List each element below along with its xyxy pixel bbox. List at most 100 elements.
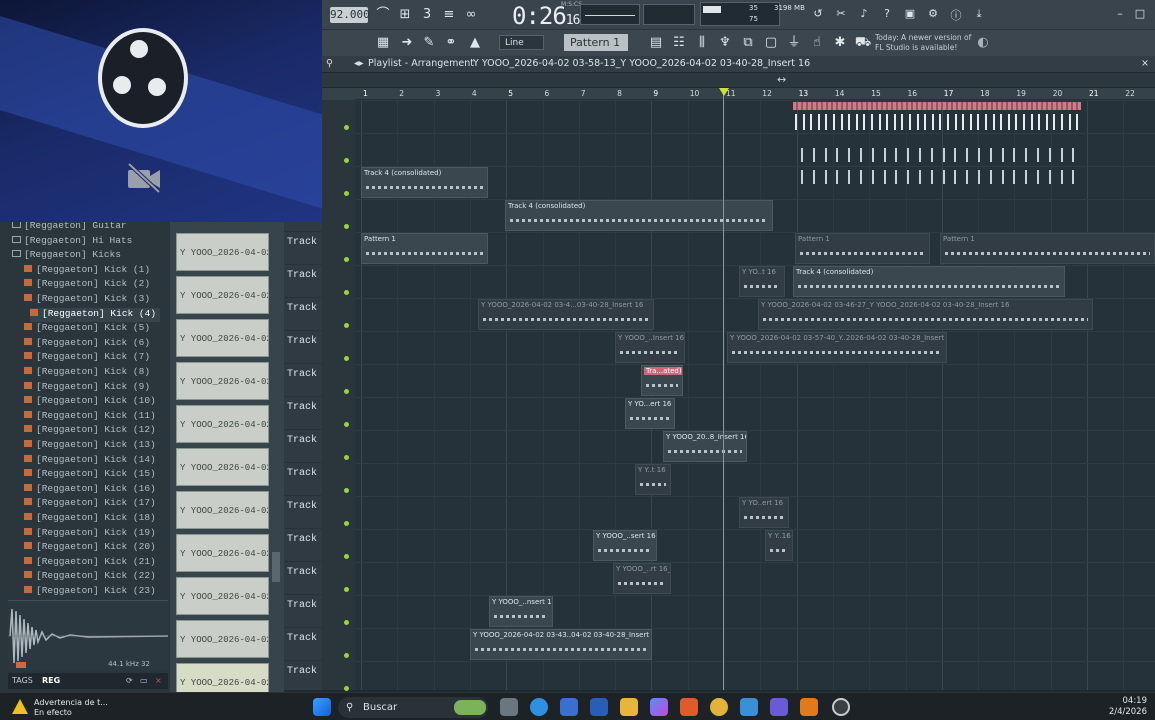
browser-file[interactable]: [Reggaeton] Kick (14) xyxy=(24,454,156,468)
browser-search-input[interactable]: REG xyxy=(42,673,60,689)
browser-folder[interactable]: [Reggaeton] Guitar xyxy=(12,220,127,234)
help-icon[interactable]: ? xyxy=(879,7,895,20)
track-mute-led[interactable] xyxy=(344,191,349,196)
channel-rack-icon[interactable]: ☷ xyxy=(670,35,688,51)
task-view-icon[interactable] xyxy=(500,698,518,716)
plug-icon[interactable]: ⏚ xyxy=(785,35,803,51)
mixer-icon[interactable]: ⫼ xyxy=(693,35,711,51)
track-mute-led[interactable] xyxy=(344,323,349,328)
news-panel[interactable]: Today: A newer version of FL Studio is a… xyxy=(875,33,983,55)
brave-icon[interactable] xyxy=(680,698,698,716)
mic-icon[interactable]: ♪ xyxy=(856,7,872,20)
teams-icon[interactable] xyxy=(770,698,788,716)
playlist-clip[interactable]: Tra...ated) xyxy=(641,365,683,396)
track-mute-led[interactable] xyxy=(344,620,349,625)
track-mute-led[interactable] xyxy=(344,257,349,262)
playlist-clip[interactable]: Y Y..t 16 xyxy=(635,464,671,495)
link-icon[interactable]: ⚭ xyxy=(442,35,460,51)
playlist-clip[interactable]: Y YOOO_..sert 16 xyxy=(593,530,657,561)
playlist-clip[interactable]: Pattern 1 xyxy=(795,233,930,264)
picker-clip[interactable]: Y YOOO_2026-04-02 03-... xyxy=(176,534,269,572)
track-mute-led[interactable] xyxy=(344,422,349,427)
pencil-icon[interactable]: ✎ xyxy=(420,35,438,51)
touch-icon[interactable]: ☝ xyxy=(808,35,826,51)
close-search-icon[interactable]: × xyxy=(155,673,162,689)
pattern-select[interactable]: Pattern 1 xyxy=(564,34,628,51)
browser-file[interactable]: [Reggaeton] Kick (23) xyxy=(24,585,156,599)
browser-file[interactable]: [Reggaeton] Kick (12) xyxy=(24,424,156,438)
playlist-clip[interactable]: Y YOOO_..rt 16_2 xyxy=(613,563,671,594)
plugin-icon[interactable]: ⚙ xyxy=(925,7,941,20)
playlist-clip[interactable]: Y YO..ert 16 xyxy=(739,497,789,528)
news-arrow-icon[interactable]: ◐ xyxy=(974,35,992,51)
copilot-icon[interactable] xyxy=(650,698,668,716)
playlist-clip[interactable]: Y YOOO_2026-04-02 03-43..04-02 03-40-28_… xyxy=(470,629,652,660)
track-mute-led[interactable] xyxy=(344,356,349,361)
info-icon[interactable]: ⓘ xyxy=(948,7,964,23)
track-mute-led[interactable] xyxy=(344,554,349,559)
browser-file[interactable]: [Reggaeton] Kick (7) xyxy=(24,351,150,365)
track-mute-led[interactable] xyxy=(344,653,349,658)
obs-icon[interactable] xyxy=(832,698,850,716)
mail-icon[interactable] xyxy=(590,698,608,716)
browser-file[interactable]: [Reggaeton] Kick (20) xyxy=(24,541,156,555)
step-edit-icon[interactable]: ≡ xyxy=(440,7,458,23)
picker-clip[interactable]: Y YOOO_2026-04-02 03-... xyxy=(176,319,269,357)
undo-icon[interactable]: ↺ xyxy=(810,7,826,20)
browser-file[interactable]: [Reggaeton] Kick (13) xyxy=(24,439,156,453)
cart-icon[interactable]: ⛟ xyxy=(854,35,872,51)
playlist-clip[interactable]: Y YOOO_2026-04-02 03-46-27_Y YOOO_2026-0… xyxy=(758,299,1093,330)
browser-file[interactable]: [Reggaeton] Kick (16) xyxy=(24,483,156,497)
start-icon[interactable] xyxy=(313,698,331,716)
save-icon[interactable]: ▣ xyxy=(902,7,918,20)
picker-clip[interactable]: Y YOOO_2026-04-02 03-... xyxy=(176,577,269,615)
browser-file[interactable]: [Reggaeton] Kick (22) xyxy=(24,570,156,584)
minimize-icon[interactable]: – xyxy=(1112,7,1128,20)
cut-icon[interactable]: ✂ xyxy=(833,7,849,20)
playlist-clip[interactable]: Y YOOO_2026-04-02 03-4...03-40-28_Insert… xyxy=(478,299,654,330)
countdown-icon[interactable]: 3 xyxy=(418,7,436,23)
playlist-clip[interactable]: Track 4 (consolidated) xyxy=(505,200,773,231)
playlist-clip[interactable]: Y YOOO_..nsert 16 xyxy=(489,596,553,627)
browser-folder[interactable]: [Reggaeton] Hi Hats xyxy=(12,235,132,249)
playlist-icon[interactable]: ▤ xyxy=(647,35,665,51)
picker-clip[interactable]: Y YOOO_2026-04-02 03-... xyxy=(176,491,269,529)
tempo-display[interactable]: 92.000 xyxy=(330,7,370,23)
fl-studio-icon[interactable] xyxy=(800,698,818,716)
document-icon[interactable]: ▢ xyxy=(762,35,780,51)
files-icon[interactable] xyxy=(620,698,638,716)
browser-file[interactable]: [Reggaeton] Kick (2) xyxy=(24,278,150,292)
picker-clip[interactable]: Y YOOO_2026-04-02 03-... xyxy=(176,405,269,443)
playlist-clip[interactable]: Pattern 1 xyxy=(940,233,1155,264)
browser-file[interactable]: [Reggaeton] Kick (19) xyxy=(24,527,156,541)
track-mute-led[interactable] xyxy=(344,686,349,691)
playlist-clip[interactable]: Track 4 (consolidated) xyxy=(361,167,488,198)
picker-clip[interactable]: Y YOOO_2026-04-02 03-... xyxy=(176,620,269,658)
metronome-icon[interactable]: ⌒ xyxy=(374,7,392,23)
browser-file[interactable]: [Reggaeton] Kick (10) xyxy=(24,395,156,409)
loop-record-icon[interactable]: ∞ xyxy=(462,7,480,23)
resize-arrows-icon[interactable]: ↔ xyxy=(777,73,786,86)
playlist-clip[interactable]: Y YOOO_2026-04-02 03-57-40_Y..2026-04-02… xyxy=(727,332,947,363)
playlist-clip[interactable]: Pattern 1 xyxy=(361,233,488,264)
maximize-icon[interactable]: □ xyxy=(1132,7,1148,20)
playhead-marker[interactable] xyxy=(719,88,729,96)
browser-file[interactable]: [Reggaeton] Kick (9) xyxy=(24,381,150,395)
stamp-icon[interactable]: ▲ xyxy=(466,35,484,51)
track-mute-led[interactable] xyxy=(344,389,349,394)
browser-icon[interactable]: ⧉ xyxy=(739,35,757,51)
system-clock[interactable]: 04:19 2/4/2026 xyxy=(1109,696,1147,718)
picker-clip[interactable]: Y YOOO_2026-04-02 03-... xyxy=(176,448,269,486)
taskbar-search[interactable]: ⚲ Buscar xyxy=(338,697,488,718)
track-mute-led[interactable] xyxy=(344,488,349,493)
browser-file[interactable]: [Reggaeton] Kick (21) xyxy=(24,556,156,570)
picker-clip[interactable]: Y YOOO_2026-04-02 03-... xyxy=(176,276,269,314)
store-icon[interactable] xyxy=(560,698,578,716)
photos-icon[interactable] xyxy=(740,698,758,716)
browser-file[interactable]: [Reggaeton] Kick (15) xyxy=(24,468,156,482)
browser-file[interactable]: [Reggaeton] Kick (11) xyxy=(24,410,156,424)
song-position[interactable] xyxy=(643,4,695,25)
playlist-clip[interactable]: Y YO...ert 16 xyxy=(625,398,675,429)
scroll-left-icon[interactable]: ◂▸ xyxy=(354,56,364,72)
playlist-clip[interactable]: Y YOOO_..Insert 16 xyxy=(615,332,685,363)
